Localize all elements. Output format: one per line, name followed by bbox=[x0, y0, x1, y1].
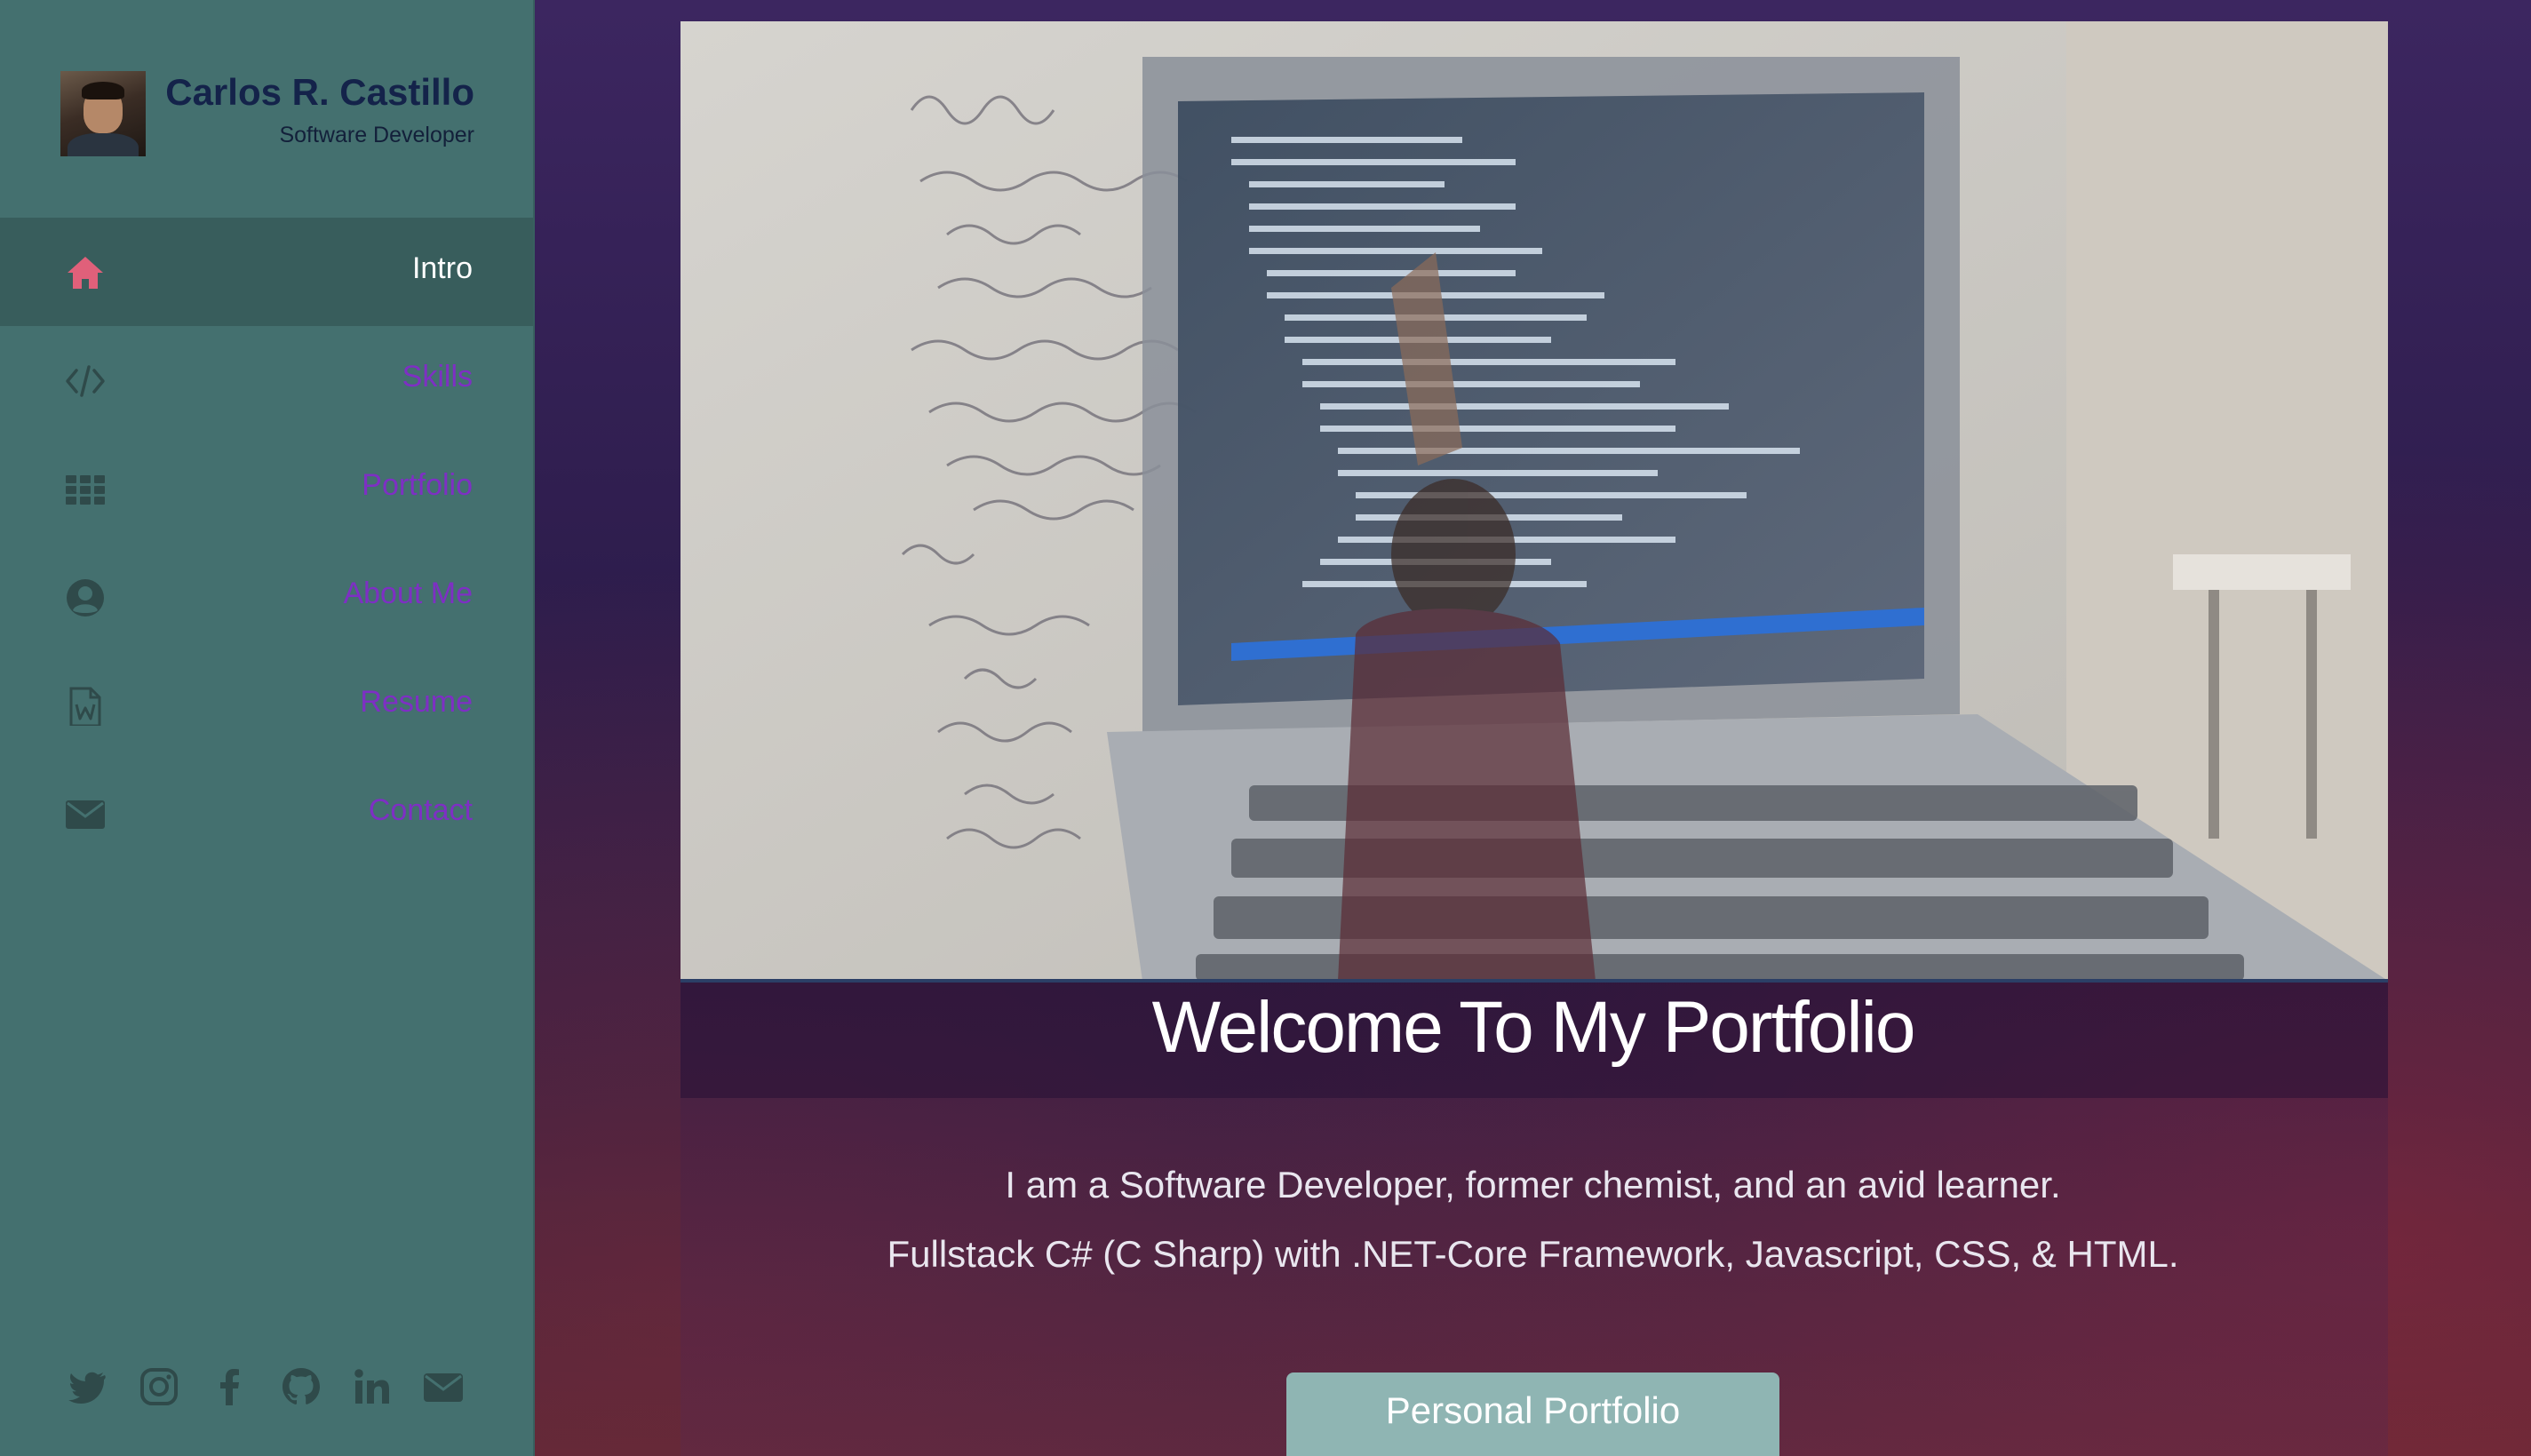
avatar bbox=[60, 71, 146, 156]
code-icon bbox=[66, 365, 105, 397]
profile-role: Software Developer bbox=[279, 123, 474, 147]
home-icon bbox=[68, 257, 103, 289]
grid-icon bbox=[66, 475, 105, 505]
nav-item-skills[interactable]: Skills bbox=[0, 326, 533, 434]
tagline-line-1: I am a Software Developer, former chemis… bbox=[1005, 1164, 2061, 1205]
word-document-icon bbox=[69, 687, 101, 726]
nav-label-skills: Skills bbox=[402, 360, 473, 394]
nav-label-intro: Intro bbox=[411, 251, 473, 285]
user-circle-icon bbox=[67, 579, 104, 617]
nav-item-about[interactable]: About Me bbox=[0, 543, 533, 651]
nav-item-resume[interactable]: Resume bbox=[0, 651, 533, 760]
nav-label-resume: Resume bbox=[360, 685, 473, 719]
main-content: Welcome To My Portfolio I am a Software … bbox=[535, 0, 2531, 1456]
personal-portfolio-button[interactable]: Personal Portfolio bbox=[1286, 1372, 1779, 1456]
email-icon[interactable] bbox=[423, 1366, 464, 1407]
instagram-icon[interactable] bbox=[139, 1366, 179, 1407]
sidebar-nav: Intro Skills Portfolio About Me Resume C… bbox=[0, 218, 533, 868]
profile-name: Carlos R. Castillo bbox=[165, 71, 474, 113]
twitter-icon[interactable] bbox=[68, 1366, 108, 1407]
nav-item-portfolio[interactable]: Portfolio bbox=[0, 434, 533, 543]
envelope-icon bbox=[66, 800, 105, 829]
github-icon[interactable] bbox=[281, 1366, 322, 1407]
profile-header: Carlos R. Castillo Software Developer bbox=[60, 71, 474, 160]
hero-illustration bbox=[681, 21, 2388, 981]
nav-label-contact: Contact bbox=[368, 793, 473, 827]
tagline-line-2: Fullstack C# (C Sharp) with .NET-Core Fr… bbox=[887, 1233, 2179, 1275]
social-links bbox=[68, 1366, 476, 1412]
nav-item-contact[interactable]: Contact bbox=[0, 760, 533, 868]
facebook-icon[interactable] bbox=[210, 1366, 251, 1407]
nav-item-intro[interactable]: Intro bbox=[0, 218, 533, 326]
linkedin-icon[interactable] bbox=[352, 1366, 393, 1407]
nav-label-portfolio: Portfolio bbox=[362, 468, 473, 502]
hero-image bbox=[681, 21, 2388, 981]
nav-label-about: About Me bbox=[343, 577, 473, 610]
welcome-heading: Welcome To My Portfolio bbox=[1151, 987, 1916, 1068]
sidebar: Carlos R. Castillo Software Developer In… bbox=[0, 0, 535, 1456]
